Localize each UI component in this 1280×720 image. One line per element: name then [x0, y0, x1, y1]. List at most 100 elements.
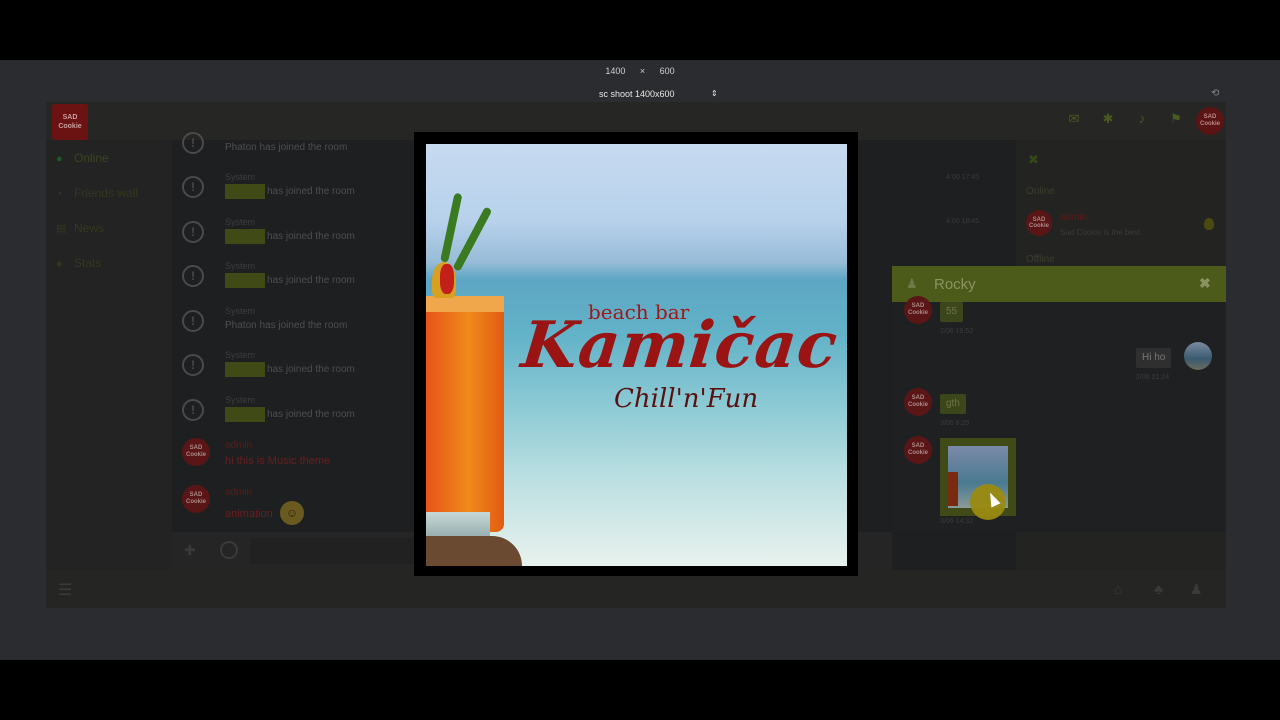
wooden-coaster: [426, 536, 522, 566]
message-time: 4:00 18:45: [946, 218, 980, 225]
message-text: animation: [225, 508, 273, 520]
logo-line1: SAD: [62, 114, 78, 121]
username-badge[interactable]: [225, 273, 265, 288]
message-text: Phaton has joined the room: [225, 142, 348, 153]
emoji-picker-icon[interactable]: [220, 541, 238, 559]
brand-name: Kamičac: [518, 308, 842, 383]
width-value[interactable]: 1400: [605, 66, 625, 76]
message-sender: System: [225, 261, 256, 271]
letterbox-top: [0, 0, 1280, 60]
avatar-line1: SAD: [189, 492, 203, 498]
device-select[interactable]: sc shoot 1400x600 ⇕: [599, 89, 718, 99]
offline-heading: Offline: [1026, 254, 1055, 265]
sidebar-item-label: Stats: [74, 256, 102, 270]
message-time: 3/06 8:29: [940, 420, 970, 427]
times-sign: ×: [639, 66, 646, 76]
private-chat-header[interactable]: ♟ Rocky ✖: [892, 266, 1226, 302]
leaf-shape: [440, 192, 463, 263]
message-bubble: Hi ho: [1136, 348, 1172, 368]
device-label: sc shoot 1400x600: [599, 89, 675, 99]
message-text: has joined the room: [267, 186, 355, 197]
avatar[interactable]: SAD Cookie: [182, 485, 210, 513]
message-text: Phaton has joined the room: [225, 320, 348, 331]
alert-icon: !: [182, 354, 204, 376]
username-badge[interactable]: [225, 184, 265, 199]
plus-icon[interactable]: ✚: [184, 542, 196, 559]
glass-base: [426, 512, 490, 536]
rss-icon: ◔: [56, 188, 63, 200]
message-sender: System: [225, 350, 256, 360]
message-text: has joined the room: [267, 275, 355, 286]
message-sender: System: [225, 172, 256, 182]
alert-icon: !: [182, 176, 204, 198]
avatar[interactable]: [1184, 342, 1212, 370]
height-value[interactable]: 600: [660, 66, 675, 76]
stats-icon: ●: [56, 258, 63, 270]
logo-line2: Cookie: [58, 123, 82, 130]
menu-icon[interactable]: ☰: [58, 580, 72, 600]
avatar-line1: SAD: [911, 443, 925, 449]
message-text: has joined the room: [267, 231, 355, 242]
sidebar-item-online[interactable]: ● Online: [56, 150, 109, 166]
smiley-emoji-icon: ☺: [280, 501, 304, 525]
glass-rim: [426, 296, 504, 312]
sidebar-item-stats[interactable]: ● Stats: [56, 255, 101, 271]
home-icon[interactable]: ⌂: [1114, 581, 1122, 597]
message-time: 2/06 21:24: [1136, 374, 1170, 381]
sidebar-item-label: Friends wall: [74, 186, 139, 200]
message-text: has joined the room: [267, 364, 355, 375]
message-time: 4:00 17:45: [946, 174, 980, 181]
app-viewport: SAD Cookie ✉ ✱ ♪ ⚑ SAD Cookie ● Online ◔ F…: [46, 102, 1226, 608]
rotate-icon[interactable]: ⟲: [1211, 88, 1225, 100]
message-time: 3/06 14:32: [940, 518, 974, 525]
user-name[interactable]: admin: [1060, 212, 1087, 223]
friends-icon[interactable]: ♣: [1154, 581, 1163, 597]
avatar-line2: Cookie: [907, 310, 928, 316]
image-lightbox[interactable]: beach bar Kamičac Chill'n'Fun: [414, 132, 858, 576]
avatar-line2: Cookie: [907, 450, 928, 456]
username-badge[interactable]: [225, 229, 265, 244]
add-user-icon[interactable]: ♟: [1190, 581, 1203, 598]
avatar-line2: Cookie: [185, 452, 206, 458]
sidebar: ● Online ◔ Friends wall ▤ News ● Stats: [46, 140, 172, 570]
username-badge[interactable]: [225, 407, 265, 422]
lightbox-image: beach bar Kamičac Chill'n'Fun: [426, 144, 847, 566]
avatar-line1: SAD: [189, 445, 203, 451]
device-dimensions: 1400 × 600: [0, 66, 1280, 76]
avatar[interactable]: SAD Cookie: [904, 296, 932, 324]
close-icon[interactable]: ✖: [1028, 152, 1039, 168]
alert-icon: !: [182, 310, 204, 332]
lightbulb-icon: [1204, 218, 1214, 230]
message-bubble: 55: [940, 302, 964, 322]
news-icon: ▤: [56, 223, 67, 235]
message-sender[interactable]: admin: [225, 487, 252, 498]
bell-icon[interactable]: ♪: [1134, 112, 1150, 126]
sidebar-item-news[interactable]: ▤ News: [56, 220, 104, 236]
logo[interactable]: SAD Cookie: [52, 104, 88, 140]
message-input[interactable]: [250, 538, 430, 564]
avatar[interactable]: SAD Cookie: [904, 436, 932, 464]
alert-icon: !: [182, 399, 204, 421]
avatar[interactable]: SAD Cookie: [1026, 210, 1052, 236]
sidebar-item-friends-wall[interactable]: ◔ Friends wall: [56, 185, 138, 201]
avatar-line2: Cookie: [1028, 223, 1049, 229]
message-sender: System: [225, 217, 256, 227]
paw-icon[interactable]: ✱: [1100, 112, 1116, 126]
alert-icon: !: [182, 265, 204, 287]
avatar-line1: SAD: [911, 303, 925, 309]
close-icon[interactable]: ✖: [1199, 275, 1211, 292]
online-icon: ●: [56, 153, 63, 165]
avatar[interactable]: SAD Cookie: [182, 438, 210, 466]
online-heading: Online: [1026, 186, 1055, 197]
message-text: has joined the room: [267, 409, 355, 420]
user-icon: ♟: [906, 276, 918, 291]
username-badge[interactable]: [225, 362, 265, 377]
avatar-line2: Cookie: [1199, 121, 1220, 127]
envelope-icon[interactable]: ✉: [1066, 112, 1082, 126]
flag-icon[interactable]: ⚑: [1168, 112, 1184, 126]
message-sender[interactable]: admin: [225, 440, 252, 451]
avatar[interactable]: SAD Cookie: [904, 388, 932, 416]
cocktail-glass: [426, 296, 504, 532]
user-avatar[interactable]: SAD Cookie: [1196, 107, 1224, 135]
sidebar-item-label: News: [74, 221, 105, 235]
